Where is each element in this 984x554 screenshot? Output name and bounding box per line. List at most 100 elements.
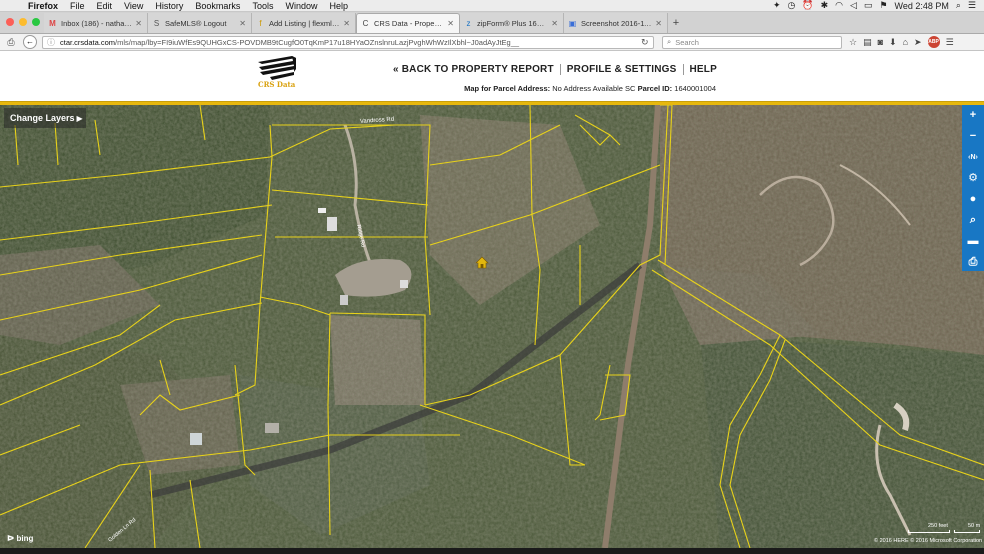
nav-divider bbox=[559, 64, 561, 75]
chevron-right-icon: ▶ bbox=[76, 114, 83, 123]
pocket-icon[interactable]: ◙ bbox=[878, 37, 883, 47]
flag-icon[interactable]: ⚑ bbox=[879, 0, 887, 11]
tab-inbox[interactable]: M Inbox (186) - nathanmhend... ✕ bbox=[44, 13, 148, 33]
bluetooth-icon[interactable]: ✱ bbox=[821, 0, 829, 11]
window-controls bbox=[0, 11, 44, 33]
window-bottom-edge bbox=[0, 548, 984, 554]
crs-icon: C bbox=[362, 19, 369, 28]
zipform-icon: z bbox=[466, 18, 471, 28]
profile-settings-link[interactable]: PROFILE & SETTINGS bbox=[567, 64, 677, 75]
new-tab-button[interactable]: + bbox=[668, 13, 684, 33]
measure-ruler-icon[interactable]: ▬ bbox=[962, 231, 984, 252]
zoom-in-button[interactable]: + bbox=[962, 105, 984, 126]
site-header: CRS Data « BACK TO PROPERTY REPORT PROFI… bbox=[0, 51, 984, 101]
menu-app-firefox[interactable]: Firefox bbox=[22, 1, 64, 11]
alarm-icon[interactable]: ⏰ bbox=[802, 0, 813, 11]
change-layers-button[interactable]: Change Layers ▶ bbox=[4, 108, 86, 128]
hamburger-menu-icon[interactable]: ☰ bbox=[946, 37, 954, 48]
home-icon[interactable]: ⌂ bbox=[903, 37, 908, 47]
back-to-property-report-link[interactable]: « BACK TO PROPERTY REPORT bbox=[393, 64, 554, 75]
menu-history[interactable]: History bbox=[149, 1, 189, 11]
navigation-bar: ⎙ ← ⓘ ctar.crsdata.com/mls/map/lby=FI9iu… bbox=[0, 34, 984, 51]
parcel-id: 1640001004 bbox=[674, 84, 716, 93]
close-window-icon[interactable] bbox=[6, 18, 14, 26]
bing-text: bing bbox=[16, 534, 34, 543]
close-tab-icon[interactable]: ✕ bbox=[135, 19, 142, 28]
scale-bar bbox=[908, 530, 950, 533]
parcel-address: No Address Available SC bbox=[552, 84, 636, 93]
flexmls-icon: f bbox=[259, 18, 262, 28]
tab-flexmls[interactable]: f Add Listing | flexmls Web ✕ bbox=[252, 13, 356, 33]
tab-bar: M Inbox (186) - nathanmhend... ✕ S SafeM… bbox=[0, 12, 984, 34]
close-tab-icon[interactable]: ✕ bbox=[343, 19, 350, 28]
menu-bookmarks[interactable]: Bookmarks bbox=[189, 1, 246, 11]
map-toolbar: + − ‹N› ⚙ ● ⌕ ▬ ⎙ bbox=[962, 105, 984, 271]
spotlight-icon[interactable]: ⌕ bbox=[956, 0, 961, 11]
menu-help[interactable]: Help bbox=[323, 1, 354, 11]
image-file-icon: ▣ bbox=[568, 18, 577, 28]
menu-edit[interactable]: Edit bbox=[91, 1, 119, 11]
help-link[interactable]: HELP bbox=[690, 64, 717, 75]
tab-safemls[interactable]: S SafeMLS® Logout ✕ bbox=[148, 13, 252, 33]
building bbox=[190, 433, 202, 445]
nav-divider bbox=[682, 64, 684, 75]
zoom-window-icon[interactable] bbox=[32, 18, 40, 26]
tab-label: CRS Data - Property Map for bbox=[374, 19, 444, 28]
scale-bar bbox=[954, 530, 980, 533]
zoom-out-button[interactable]: − bbox=[962, 126, 984, 147]
building bbox=[318, 208, 326, 213]
compass-north-button[interactable]: ‹N› bbox=[962, 147, 984, 168]
back-button[interactable]: ← bbox=[23, 35, 37, 49]
menu-view[interactable]: View bbox=[118, 1, 149, 11]
tab-label: zipForm® Plus 1610.28 bbox=[477, 18, 549, 28]
logo-text: CRS Data bbox=[258, 80, 296, 89]
scale-meters: 50 m bbox=[968, 523, 981, 529]
close-tab-icon[interactable]: ✕ bbox=[655, 19, 662, 28]
print-icon[interactable]: ⎙ bbox=[3, 35, 19, 49]
safemls-icon: S bbox=[153, 18, 160, 28]
adblock-icon[interactable]: ABP bbox=[927, 36, 940, 48]
menu-window[interactable]: Window bbox=[279, 1, 323, 11]
downloads-icon[interactable]: ⬇ bbox=[889, 37, 897, 48]
url-bar[interactable]: ⓘ ctar.crsdata.com/mls/map/lby=FI9iuWfEs… bbox=[42, 35, 654, 49]
tab-crs-data[interactable]: C CRS Data - Property Map for ✕ bbox=[356, 13, 460, 33]
menu-tools[interactable]: Tools bbox=[246, 1, 279, 11]
parcel-address-label: Map for Parcel Address: bbox=[464, 84, 551, 93]
menu-file[interactable]: File bbox=[64, 1, 91, 11]
map-canvas[interactable]: Vandross Rd Ridge Rd Golden Ln Rd bbox=[0, 105, 984, 548]
tab-screenshot[interactable]: ▣ Screenshot 2016-11-01 12.... ✕ bbox=[564, 13, 668, 33]
aerial-map[interactable]: Vandross Rd Ridge Rd Golden Ln Rd bbox=[0, 105, 984, 548]
time-machine-icon[interactable]: ◷ bbox=[788, 0, 796, 11]
search-input[interactable]: ⌕ Search bbox=[662, 35, 842, 49]
close-tab-icon[interactable]: ✕ bbox=[239, 19, 246, 28]
parcel-info: Map for Parcel Address: No Address Avail… bbox=[464, 84, 716, 93]
dropbox-icon[interactable]: ✦ bbox=[773, 0, 781, 11]
print-map-icon[interactable]: ⎙ bbox=[962, 252, 984, 273]
clock[interactable]: Wed 2:48 PM bbox=[895, 1, 949, 11]
close-tab-icon[interactable]: ✕ bbox=[447, 19, 454, 28]
wifi-icon[interactable]: ◠ bbox=[835, 0, 843, 11]
scale-feet: 250 feet bbox=[928, 523, 948, 529]
location-pin-icon[interactable]: ● bbox=[962, 189, 984, 210]
top-navigation: « BACK TO PROPERTY REPORT PROFILE & SETT… bbox=[393, 64, 717, 75]
parcel-id-label: Parcel ID: bbox=[637, 84, 673, 93]
notification-center-icon[interactable]: ☰ bbox=[968, 0, 976, 11]
battery-icon[interactable]: ▭ bbox=[864, 0, 873, 11]
search-icon: ⌕ bbox=[667, 37, 672, 46]
tab-zipform[interactable]: z zipForm® Plus 1610.28 ✕ bbox=[460, 13, 564, 33]
close-tab-icon[interactable]: ✕ bbox=[551, 19, 558, 28]
reload-icon[interactable]: ↻ bbox=[641, 37, 653, 48]
settings-gear-icon[interactable]: ⚙ bbox=[962, 168, 984, 189]
minimize-window-icon[interactable] bbox=[19, 18, 27, 26]
reading-list-icon[interactable]: ▤ bbox=[863, 37, 872, 48]
north-label: N bbox=[970, 154, 976, 161]
search-placeholder: Search bbox=[675, 37, 699, 47]
send-icon[interactable]: ➤ bbox=[914, 37, 922, 48]
site-info-icon[interactable]: ⓘ bbox=[47, 37, 55, 48]
bookmark-star-icon[interactable]: ☆ bbox=[849, 37, 857, 48]
map-search-icon[interactable]: ⌕ bbox=[962, 210, 984, 231]
volume-icon[interactable]: ◁ bbox=[850, 0, 857, 11]
toolbar-icons: ☆ ▤ ◙ ⬇ ⌂ ➤ ABP ☰ bbox=[849, 36, 954, 48]
status-area: ✦ ◷ ⏰ ✱ ◠ ◁ ▭ ⚑ Wed 2:48 PM ⌕ ☰ bbox=[773, 0, 984, 11]
tab-label: Screenshot 2016-11-01 12.... bbox=[581, 18, 652, 28]
